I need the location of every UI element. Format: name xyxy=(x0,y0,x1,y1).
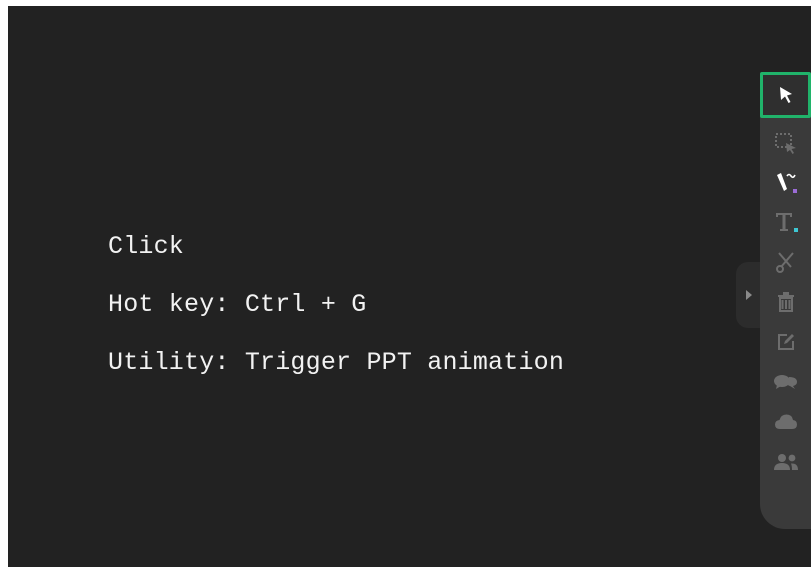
tool-edit[interactable] xyxy=(760,324,811,360)
text-icon xyxy=(775,213,798,232)
utility-line: Utility: Trigger PPT animation xyxy=(108,348,565,377)
tool-users[interactable] xyxy=(760,444,811,480)
tool-info-panel: Click Hot key: Ctrl + G Utility: Trigger… xyxy=(108,230,564,404)
tool-scissors[interactable] xyxy=(760,244,811,280)
tool-cloud[interactable] xyxy=(760,404,811,440)
tool-name-line: Click xyxy=(108,232,185,261)
presentation-canvas: Click Hot key: Ctrl + G Utility: Trigger… xyxy=(8,6,811,567)
tool-comments[interactable] xyxy=(760,364,811,400)
tool-pen[interactable] xyxy=(760,164,811,200)
tool-select[interactable] xyxy=(760,72,811,118)
select-cursor-icon xyxy=(779,87,792,103)
area-select-icon xyxy=(774,133,796,154)
trash-icon xyxy=(777,292,794,312)
hotkey-line: Hot key: Ctrl + G xyxy=(108,290,367,319)
tool-delete[interactable] xyxy=(760,284,811,320)
caret-right-icon xyxy=(746,290,752,300)
tool-text[interactable] xyxy=(760,204,811,240)
tool-area-select[interactable] xyxy=(760,126,811,162)
scissors-icon xyxy=(775,252,794,273)
users-icon xyxy=(773,454,798,470)
edit-icon xyxy=(777,334,794,350)
comments-icon xyxy=(773,375,797,389)
pen-icon xyxy=(776,173,797,193)
cloud-icon xyxy=(774,414,797,429)
side-toolbar xyxy=(760,72,811,529)
